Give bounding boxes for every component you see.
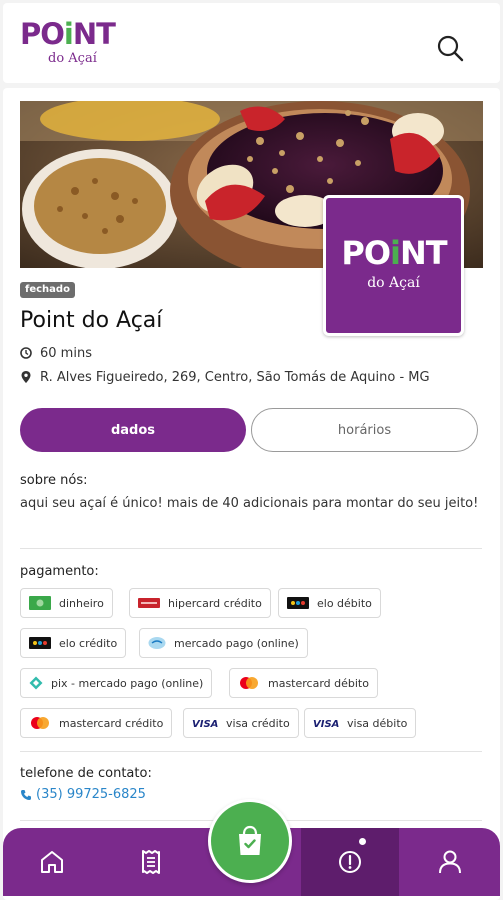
store-name: Point do Açaí xyxy=(20,308,163,333)
nav-home[interactable] xyxy=(3,828,100,896)
delivery-time: 60 mins xyxy=(20,343,92,363)
clock-icon xyxy=(20,347,32,359)
payment-method-pix-mercado-pago: pix - mercado pago (online) xyxy=(20,668,213,698)
nav-profile[interactable] xyxy=(401,828,498,896)
payment-method-dinheiro: dinheiro xyxy=(20,588,113,618)
divider xyxy=(20,548,482,549)
payment-method-hipercard-credito: hipercard crédito xyxy=(129,588,271,618)
svg-text:VISA: VISA xyxy=(313,719,339,729)
store-card: POiNT do Açaí fechado Point do Açaí 60 m… xyxy=(3,88,500,900)
payment-method-mastercard-credito: mastercard crédito xyxy=(20,708,173,738)
contact-phone-link[interactable]: (35) 99725-6825 xyxy=(20,787,146,802)
pix-icon xyxy=(29,676,43,690)
payment-method-visa-debito: VISA visa débito xyxy=(304,708,417,738)
visa-icon: VISA xyxy=(192,717,218,729)
store-logo: POiNT do Açaí xyxy=(323,195,464,336)
hipercard-icon xyxy=(138,598,160,608)
location-pin-icon xyxy=(21,371,31,383)
contact-phone-text: (35) 99725-6825 xyxy=(36,787,146,802)
payment-method-mastercard-debito: mastercard débito xyxy=(229,668,378,698)
elo-icon xyxy=(29,637,51,649)
shopping-bag-icon xyxy=(239,825,261,855)
receipt-icon xyxy=(141,850,160,874)
about-text: aqui seu açaí é único! mais de 40 adicio… xyxy=(20,496,479,511)
delivery-time-text: 60 mins xyxy=(40,345,92,361)
top-bar: POiNT do Açaí xyxy=(3,3,500,83)
elo-icon xyxy=(287,597,309,609)
payment-label: pagamento: xyxy=(20,564,99,579)
brand-logo[interactable]: POiNT do Açaí xyxy=(20,17,130,73)
mastercard-icon xyxy=(29,716,51,730)
cart-button[interactable] xyxy=(208,799,292,883)
brand-logo-word: POiNT xyxy=(20,17,116,51)
tab-dados[interactable]: dados xyxy=(20,408,246,452)
phone-icon xyxy=(21,789,31,800)
store-address-text: R. Alves Figueiredo, 269, Centro, São To… xyxy=(40,369,430,385)
cash-icon xyxy=(29,596,51,610)
tab-horarios[interactable]: horários xyxy=(251,408,478,452)
user-icon xyxy=(438,850,461,874)
notification-dot xyxy=(359,838,366,845)
svg-text:VISA: VISA xyxy=(192,719,218,729)
brand-logo-sub: do Açaí xyxy=(48,51,97,66)
store-logo-sub: do Açaí xyxy=(367,275,420,291)
payment-method-mercado-pago: mercado pago (online) xyxy=(139,628,308,658)
payment-method-elo-credito: elo crédito xyxy=(20,628,127,658)
payment-method-visa-credito: VISA visa crédito xyxy=(183,708,299,738)
status-badge: fechado xyxy=(20,282,75,298)
nav-store-info[interactable] xyxy=(301,828,399,896)
store-logo-word: POiNT xyxy=(341,234,447,272)
mastercard-icon xyxy=(238,676,260,690)
home-icon xyxy=(40,851,63,873)
visa-icon: VISA xyxy=(313,717,339,729)
about-label: sobre nós: xyxy=(20,473,88,488)
divider xyxy=(20,751,482,752)
search-icon xyxy=(437,35,464,62)
payment-method-elo-debito: elo débito xyxy=(278,588,381,618)
info-icon xyxy=(339,851,361,873)
store-address: R. Alves Figueiredo, 269, Centro, São To… xyxy=(20,367,430,387)
search-button[interactable] xyxy=(431,29,469,67)
nav-orders[interactable] xyxy=(102,828,199,896)
contact-label: telefone de contato: xyxy=(20,766,152,781)
mercadopago-icon xyxy=(148,636,166,650)
